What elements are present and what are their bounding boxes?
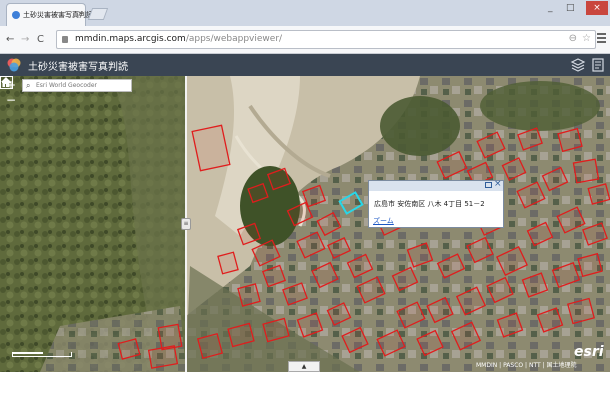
reload-button[interactable]: C [37, 34, 44, 45]
popup-maximize-icon[interactable] [485, 182, 492, 188]
browser-toolbar: ← → C mmdin.maps.arcgis.com/apps/webappv… [0, 26, 610, 54]
info-popup: × 広島市 安佐南区 八木 4丁目 51－2 ズーム [368, 179, 504, 228]
parcel-outline[interactable] [237, 283, 261, 307]
new-tab-button[interactable] [87, 8, 109, 20]
address-bar[interactable]: mmdin.maps.arcgis.com/apps/webappviewer/… [56, 30, 596, 49]
attribute-table-toggle[interactable]: ▲ [288, 361, 320, 372]
app-logo-icon [7, 58, 21, 72]
parcel-outline[interactable] [196, 332, 224, 360]
popup-address: 広島市 安佐南区 八木 4丁目 51－2 [374, 200, 485, 208]
zoom-out-button[interactable]: − [4, 93, 18, 107]
zoom-icon[interactable]: ⊖ [569, 33, 577, 44]
geocoder-search[interactable]: ⌕ [22, 79, 132, 92]
legend-icon[interactable] [590, 57, 606, 73]
parcel-outline[interactable] [147, 345, 179, 369]
search-icon: ⌕ [26, 81, 31, 90]
attribution-text: MMDIN | PASCO | NTT | 国土地理院 [476, 362, 577, 369]
url-host: mmdin.maps.arcgis.com [75, 34, 186, 44]
popup-close-icon[interactable]: × [494, 179, 502, 189]
back-button[interactable]: ← [6, 34, 14, 45]
popup-titlebar [369, 181, 503, 191]
popup-zoom-link[interactable]: ズーム [373, 216, 394, 226]
browser-menu-icon[interactable] [597, 33, 606, 45]
search-input[interactable] [36, 80, 130, 91]
favicon-icon [12, 11, 20, 19]
browser-tab[interactable]: 土砂災害被害写真判読 × [6, 3, 93, 26]
bookmark-star-icon[interactable]: ☆ [582, 33, 591, 44]
parcel-outline[interactable] [572, 158, 600, 184]
maximize-button[interactable]: □ [566, 3, 575, 13]
page-icon [62, 36, 68, 43]
app-title: 土砂災害被害写真判読 [28, 62, 128, 73]
esri-logo: esri [574, 344, 604, 360]
locate-icon[interactable] [0, 76, 13, 89]
browser-window: 土砂災害被害写真判読 × _ □ × ← → C mmdin.maps.arcg… [0, 0, 610, 372]
url-text: mmdin.maps.arcgis.com/apps/webappviewer/ [75, 34, 282, 44]
minimize-button[interactable]: _ [548, 3, 553, 13]
tab-strip: 土砂災害被害写真判読 × _ □ × [0, 0, 610, 26]
tab-close-icon[interactable]: × [77, 9, 84, 18]
aerial-imagery [0, 76, 610, 372]
app-header: 土砂災害被害写真判読 [0, 54, 610, 76]
forward-button[interactable]: → [21, 34, 29, 45]
window-close-button[interactable]: × [586, 1, 608, 15]
scale-bar [12, 352, 72, 357]
layer-list-icon[interactable] [570, 57, 586, 73]
swipe-handle[interactable]: ≡ [181, 218, 191, 230]
map-view[interactable]: + − ⌕ ≡ × 広島市 安佐南区 八木 4丁目 51－2 ズーム ▲ MMD… [0, 76, 610, 372]
parcel-outline[interactable] [157, 323, 183, 351]
url-path: /apps/webappviewer/ [185, 34, 283, 44]
